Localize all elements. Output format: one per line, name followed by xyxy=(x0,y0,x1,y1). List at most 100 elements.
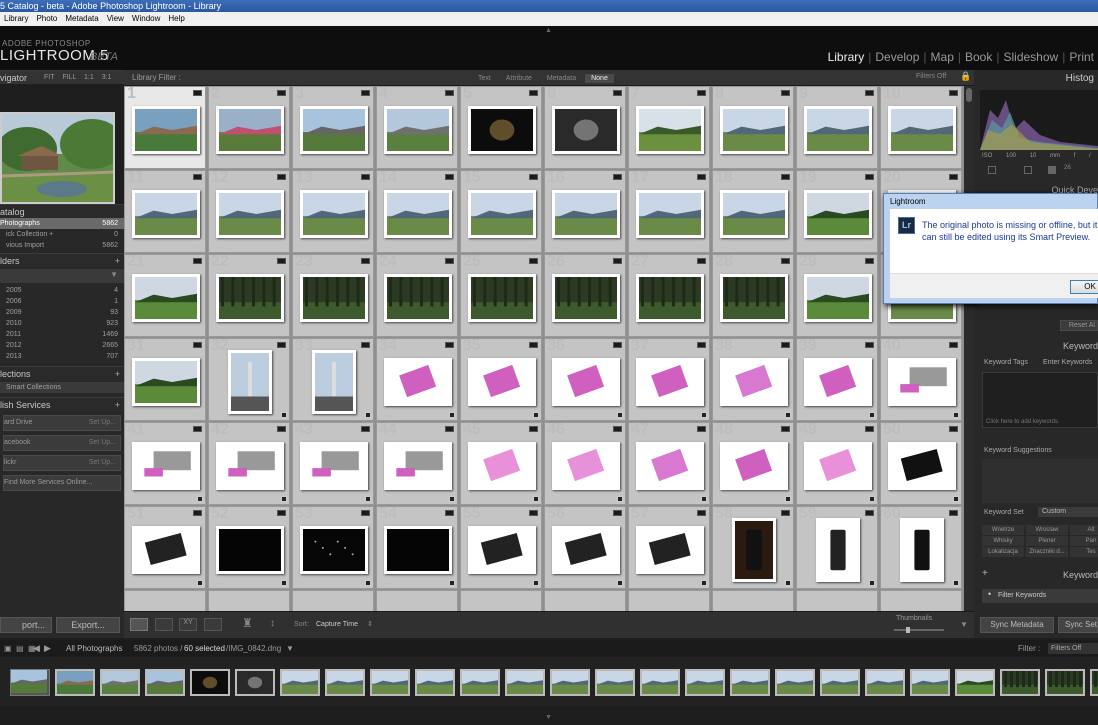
photo-thumbnail[interactable] xyxy=(552,525,620,574)
navigator-header[interactable]: vigator FIT FILL 1:1 3:1 xyxy=(0,70,124,84)
bottom-panel-toggle-icon[interactable]: ▼ xyxy=(545,714,552,721)
folder-row[interactable]: 2006 1 xyxy=(0,296,124,307)
photo-thumbnail[interactable] xyxy=(732,517,776,582)
grid-cell[interactable]: 17 xyxy=(628,169,710,253)
photo-thumbnail[interactable] xyxy=(552,189,620,238)
grid-cell[interactable]: 15 xyxy=(460,169,542,253)
photo-thumbnail[interactable] xyxy=(468,441,536,490)
filmstrip-thumbnail[interactable] xyxy=(595,669,635,696)
zoom-0[interactable]: FIT xyxy=(44,74,54,81)
crop-overlay-icon[interactable] xyxy=(988,166,996,174)
photo-thumbnail[interactable] xyxy=(552,273,620,322)
module-develop[interactable]: Develop xyxy=(871,50,923,64)
painter-icon[interactable]: ♜ xyxy=(242,616,253,630)
filter-none[interactable]: None xyxy=(585,74,614,83)
menu-view[interactable]: View xyxy=(107,14,124,23)
filmstrip-source[interactable]: All Photographs xyxy=(66,640,122,657)
filmstrip-thumbnail[interactable] xyxy=(415,669,455,696)
filmstrip-thumbnail[interactable] xyxy=(190,669,230,696)
keyword-set-word[interactable]: Tes xyxy=(1070,547,1098,557)
publish-service-button[interactable]: acebook Set Up... xyxy=(3,435,121,451)
histogram-header[interactable]: Histog xyxy=(1066,73,1094,84)
grid-cell[interactable]: 37 xyxy=(628,337,710,421)
keyword-set-word[interactable]: Pan xyxy=(1070,536,1098,546)
grid-cell[interactable]: 12 xyxy=(208,169,290,253)
grid-cell[interactable]: 5 xyxy=(460,86,542,169)
grid-cell[interactable]: 9 xyxy=(796,86,878,169)
grid-cell[interactable]: 55 xyxy=(460,505,542,589)
photo-thumbnail[interactable] xyxy=(300,105,368,154)
photo-thumbnail[interactable] xyxy=(888,357,956,406)
grid-cell[interactable] xyxy=(292,590,374,611)
grid-cell[interactable]: 53 xyxy=(292,505,374,589)
filmstrip-thumbnail[interactable] xyxy=(640,669,680,696)
photo-thumbnail[interactable] xyxy=(132,357,200,406)
photo-thumbnail[interactable] xyxy=(384,273,452,322)
grid-cell[interactable]: 32 xyxy=(208,337,290,421)
filmstrip-thumbnail[interactable] xyxy=(775,669,815,696)
filmstrip-filename[interactable]: /IMG_0842.dng xyxy=(226,640,281,657)
filmstrip-thumbnail[interactable] xyxy=(1090,669,1098,696)
grid-cell[interactable]: 16 xyxy=(544,169,626,253)
photo-thumbnail[interactable] xyxy=(384,441,452,490)
photo-thumbnail[interactable] xyxy=(816,517,860,582)
grid-cell[interactable]: 45 xyxy=(460,421,542,505)
menu-help[interactable]: Help xyxy=(168,14,184,23)
secondary-display-icon[interactable]: ▤ xyxy=(16,640,24,657)
loupe-view-icon[interactable] xyxy=(155,618,173,631)
sort-direction-icon[interactable]: ↕ xyxy=(270,618,275,629)
grid-cell[interactable]: 18 xyxy=(712,169,794,253)
filmstrip-thumbnail[interactable] xyxy=(820,669,860,696)
zoom-1[interactable]: FILL xyxy=(62,74,76,81)
grid-cell[interactable] xyxy=(376,590,458,611)
setup-link[interactable]: Set Up... xyxy=(89,416,116,430)
grid-cell[interactable] xyxy=(208,590,290,611)
filmstrip-thumbnail[interactable] xyxy=(685,669,725,696)
grid-cell[interactable]: 46 xyxy=(544,421,626,505)
compare-view-icon[interactable]: XY xyxy=(179,618,197,631)
forward-arrow-icon[interactable]: ▶ xyxy=(44,640,51,657)
grid-cell[interactable]: 38 xyxy=(712,337,794,421)
folders-header[interactable]: lders + xyxy=(0,253,124,267)
catalog-row[interactable]: vious Import 5862 xyxy=(0,240,124,251)
photo-thumbnail[interactable] xyxy=(900,517,944,582)
filmstrip-thumbnail[interactable] xyxy=(280,669,320,696)
grid-cell[interactable]: 3 xyxy=(292,86,374,169)
photo-thumbnail[interactable] xyxy=(216,105,284,154)
grid-cell[interactable]: 4 xyxy=(376,86,458,169)
filmstrip-thumbnail[interactable] xyxy=(550,669,590,696)
lock-icon[interactable]: 🔒 xyxy=(960,71,971,82)
photo-thumbnail[interactable] xyxy=(384,525,452,574)
filmstrip-thumbnail[interactable] xyxy=(145,669,185,696)
enter-keywords-dropdown[interactable]: Enter Keywords xyxy=(1043,359,1092,366)
filmstrip-thumbnail[interactable] xyxy=(1000,669,1040,696)
keyword-set-word[interactable]: Wnetrze xyxy=(982,525,1024,535)
grid-cell[interactable]: 8 xyxy=(712,86,794,169)
sync-metadata-button[interactable]: Sync Metadata xyxy=(980,617,1054,633)
keyword-tags-field[interactable]: Click here to add keywords xyxy=(982,372,1098,428)
reset-all-button[interactable]: Reset Al xyxy=(1060,320,1098,331)
grid-cell[interactable] xyxy=(544,590,626,611)
keyword-list-header[interactable]: Keyword xyxy=(1063,570,1098,580)
filmstrip-thumbnail[interactable] xyxy=(865,669,905,696)
photo-thumbnail[interactable] xyxy=(468,105,536,154)
photo-thumbnail[interactable] xyxy=(132,441,200,490)
folder-row[interactable]: 2009 93 xyxy=(0,307,124,318)
grid-cell[interactable]: 44 xyxy=(376,421,458,505)
setup-link[interactable]: Set Up... xyxy=(89,456,116,470)
setup-link[interactable]: Set Up... xyxy=(89,436,116,450)
grid-cell[interactable]: 28 xyxy=(712,253,794,337)
grid-cell[interactable]: 34 xyxy=(376,337,458,421)
photo-thumbnail[interactable] xyxy=(132,105,200,154)
import-button[interactable]: port... xyxy=(0,617,52,633)
collections-header[interactable]: lections + xyxy=(0,366,124,380)
photo-thumbnail[interactable] xyxy=(300,441,368,490)
photo-thumbnail[interactable] xyxy=(228,349,272,414)
filmstrip-thumbnail[interactable] xyxy=(730,669,770,696)
filmstrip-thumbnail[interactable] xyxy=(10,669,50,696)
grid-cell[interactable]: 22 xyxy=(208,253,290,337)
filter-text[interactable]: Text xyxy=(472,74,497,83)
export-button[interactable]: Export... xyxy=(56,617,120,633)
photo-thumbnail[interactable] xyxy=(312,349,356,414)
photo-thumbnail[interactable] xyxy=(300,189,368,238)
